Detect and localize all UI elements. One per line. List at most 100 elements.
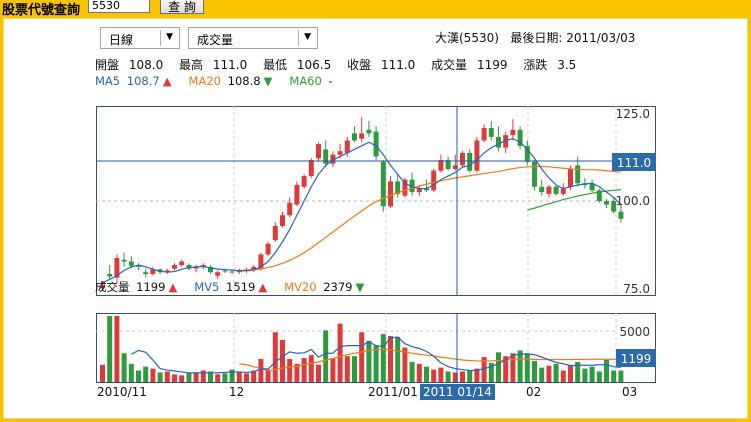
volume-bar [560,370,566,382]
candle-body [229,271,235,273]
volume-bar [193,372,199,382]
volume-bar [546,365,552,382]
volume-axis-top: 5000 [619,325,650,339]
ma60-value: - [328,74,333,88]
price-axis-bottom: 75.0 [623,282,650,296]
candle-body [575,165,581,184]
last-date: 2011/03/03 [566,31,636,45]
query-button[interactable]: 查 詢 [160,0,204,14]
volume-bar [438,367,444,382]
candle-body [388,181,393,207]
volume-bar [618,370,624,382]
vol-value: 1199 [136,280,166,294]
up-arrow-icon: ▲ [258,280,268,294]
last-date-label: 最後日期: [510,31,563,45]
volume-bar [121,353,127,382]
volume-bar [128,363,134,382]
volume-bar [380,334,386,382]
candle-body [337,151,343,155]
volume-bar [114,315,120,382]
price-axis-top: 125.0 [616,107,650,121]
candle-body [402,179,408,196]
volume-bar [258,359,264,382]
candle-body [294,184,300,205]
volume-bar [136,370,141,382]
volume-cursor-value: 1199 [621,352,652,366]
x-label-feb: 02 [526,385,542,399]
candle-body [560,188,566,194]
volume-bar [301,358,307,382]
low-label: 最低 [263,58,288,72]
price-chart[interactable]: 125.0 100.0 75.0 111.0 [96,106,656,296]
period-select[interactable]: 日線 ▼ [100,27,180,49]
volume-bar [244,373,249,382]
ohlc-summary: 開盤 108.0 最高 111.0 最低 106.5 收盤 111.0 成交量 … [95,56,588,73]
candle-body [272,225,278,241]
candle-body [366,129,372,134]
candle-body [179,261,185,266]
stock-name-code: 大漢(5530) [435,31,499,45]
volume-bar [308,355,314,382]
volume-bar [280,339,285,382]
down-arrow-icon: ▼ [263,74,273,88]
change-label: 漲跌 [523,58,548,72]
up-arrow-icon: ▲ [168,280,178,294]
query-bar: 股票代號查詢 查 詢 [0,0,751,18]
volume-bar [409,361,415,382]
candle-body [604,201,609,205]
select-divider [298,30,299,46]
high-label: 最高 [179,58,204,72]
candle-body [373,131,379,157]
candle-body [287,202,293,216]
volume-bar [186,373,192,382]
low-value: 106.5 [296,58,332,72]
volume-bar [388,336,393,382]
volume-bar [200,370,206,382]
open-label: 開盤 [95,58,120,72]
candle-body [280,215,285,226]
volume-bar [596,371,602,382]
candle-body [496,136,501,148]
ma60-label: MA60 [289,74,322,88]
ma20-value: 108.8 [227,74,261,88]
volume-bar [539,367,545,382]
mv5-value: 1519 [226,280,256,294]
candle-body [316,144,321,159]
x-label-nov: 2010/11 [97,385,147,399]
volume-bar [510,353,516,382]
volume-bar [582,368,588,382]
volume-bar [157,372,163,382]
volume-bar [517,350,523,382]
volume-bar [467,370,473,382]
candle-body [344,140,350,153]
mv20-label: MV20 [284,280,317,294]
volume-bar [445,371,451,382]
candle-body [431,170,437,191]
candle-body [359,133,365,139]
vol-label: 成交量 [95,280,130,294]
volume-bar [164,371,170,382]
x-label-dec: 12 [229,385,245,399]
change-value: 3.5 [557,58,577,72]
up-arrow-icon: ▲ [162,74,172,88]
down-arrow-icon: ▼ [355,280,365,294]
candle-body [460,152,465,166]
indicator-select[interactable]: 成交量 ▼ [188,27,318,49]
volume-bar [604,359,609,382]
candle-body [121,259,127,262]
volume-bar [265,369,271,382]
candle-body [618,211,624,219]
volume-bar [431,369,437,382]
volume-bar [316,364,321,382]
ma5-value: 108.7 [126,74,160,88]
x-label-mar: 03 [622,385,638,399]
stock-code-input[interactable] [88,0,150,13]
x-label-jan: 2011/01 [368,385,418,399]
volume-bar [100,364,105,382]
candle-body [265,243,271,255]
mv20-value: 2379 [323,280,353,294]
volume-bar [424,366,429,382]
volume-bar [553,363,559,382]
volume-bar [150,368,156,382]
volume-chart[interactable]: 5000 1199 [96,313,656,383]
